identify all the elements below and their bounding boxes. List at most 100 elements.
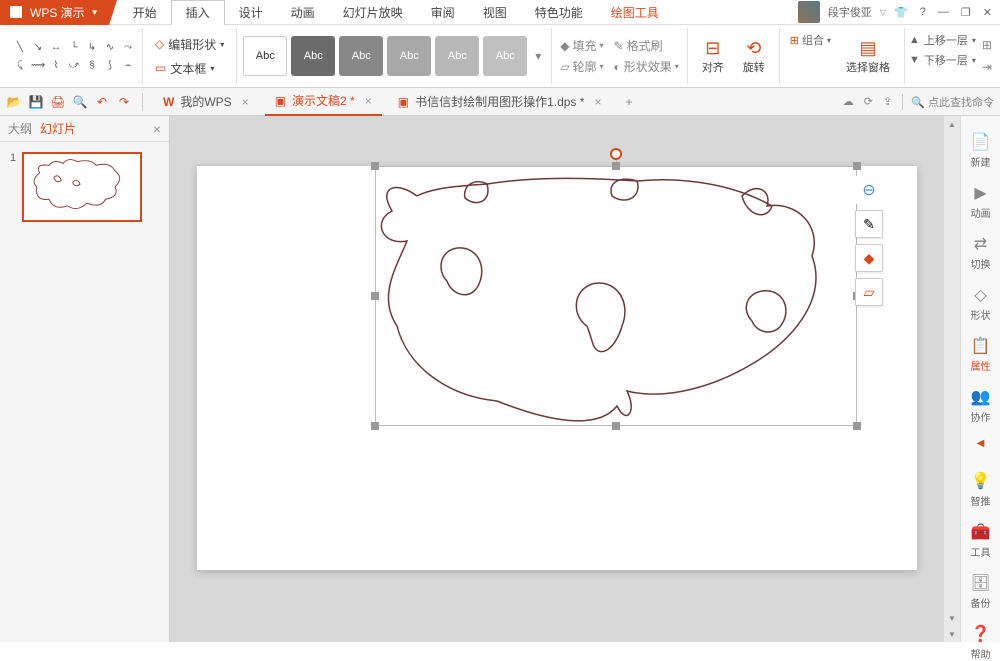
menu-tab-features[interactable]: 特色功能	[521, 0, 597, 25]
lines-gallery[interactable]: ╲ ↘ ↔ └ ↳ ∿ ⤳ ⤹ ⟿ ⌇ ⤻ § ⟆ ⌢	[12, 39, 136, 73]
edit-tool-icon[interactable]: ✎	[855, 210, 883, 238]
sidebar-help[interactable]: ❓帮助	[971, 624, 991, 661]
double-arrow-shape[interactable]: ↔	[48, 39, 64, 55]
rotate-handle[interactable]	[610, 148, 622, 160]
shape-9[interactable]: ⌇	[48, 57, 64, 73]
menu-tab-view[interactable]: 视图	[469, 0, 521, 25]
ribbon-more-icon[interactable]: ⊞	[982, 38, 992, 52]
edit-shape-button[interactable]: ◇ 编辑形状 ▾	[149, 34, 230, 55]
format-painter-button[interactable]: ✎格式刷	[614, 37, 663, 54]
shape-13[interactable]: ⌢	[120, 57, 136, 73]
style-1[interactable]: Abc	[243, 36, 287, 76]
redo-icon[interactable]: ↷	[116, 94, 132, 110]
print-preview-icon[interactable]: 🔍	[72, 94, 88, 110]
panel-tab-outline[interactable]: 大纲	[8, 120, 32, 137]
skin-icon[interactable]: 👕	[894, 6, 908, 19]
fill-button[interactable]: ◆填充▾	[560, 37, 603, 54]
shape-10[interactable]: ⤻	[66, 57, 82, 73]
sidebar-backup[interactable]: 🗄备份	[970, 573, 990, 610]
outline-tool-icon[interactable]: ▱	[855, 278, 883, 306]
elbow-shape[interactable]: └	[66, 39, 82, 55]
print-icon[interactable]: 🖨	[50, 94, 66, 110]
menu-tab-start[interactable]: 开始	[119, 0, 171, 25]
group-button[interactable]: ⊞组合▾	[790, 32, 831, 48]
open-icon[interactable]: 📂	[6, 94, 22, 110]
sidebar-transition[interactable]: ⇄切换	[971, 234, 991, 271]
app-dropdown-icon[interactable]: ▼	[91, 8, 99, 17]
styles-more-icon[interactable]: ▾	[531, 49, 545, 63]
style-5[interactable]: Abc	[435, 36, 479, 76]
line-shape[interactable]: ╲	[12, 39, 28, 55]
canvas-area[interactable]: ⊖ ✎ ◆ ▱	[170, 116, 944, 642]
curve-shape[interactable]: ∿	[102, 39, 118, 55]
selection-pane-button[interactable]: ▤ 选择窗格	[838, 28, 898, 84]
style-6[interactable]: Abc	[483, 36, 527, 76]
undo-icon[interactable]: ↶	[94, 94, 110, 110]
sidebar-properties[interactable]: 📋属性	[971, 336, 991, 373]
scroll-down2-icon[interactable]: ▼	[948, 626, 956, 642]
sidebar-tools[interactable]: 🧰工具	[971, 522, 991, 559]
shape-12[interactable]: ⟆	[102, 57, 118, 73]
scribble-shape[interactable]: ⟿	[30, 57, 46, 73]
save-icon[interactable]: 💾	[28, 94, 44, 110]
style-3[interactable]: Abc	[339, 36, 383, 76]
slide-thumbnail[interactable]	[22, 152, 142, 222]
menu-tab-insert[interactable]: 插入	[171, 0, 225, 25]
outline-button[interactable]: ▱轮廓▾	[560, 58, 603, 75]
close-icon[interactable]: ✕	[983, 6, 992, 19]
sidebar-new[interactable]: 📄新建	[971, 132, 991, 169]
align-button[interactable]: ⊟ 对齐	[694, 28, 732, 84]
shape-11[interactable]: §	[84, 57, 100, 73]
app-title[interactable]: WPS 演示 ▼	[0, 0, 109, 25]
elbow-arrow-shape[interactable]: ↳	[84, 39, 100, 55]
fill-tool-icon[interactable]: ◆	[855, 244, 883, 272]
resize-handle-tr[interactable]	[853, 162, 861, 170]
new-tab-icon[interactable]: +	[617, 95, 640, 109]
doc-tab-mywps[interactable]: W 我的WPS ×	[153, 88, 259, 116]
tab-close-icon[interactable]: ×	[365, 94, 372, 108]
resize-handle-tl[interactable]	[371, 162, 379, 170]
tab-close-icon[interactable]: ×	[594, 95, 601, 109]
style-4[interactable]: Abc	[387, 36, 431, 76]
slide-canvas[interactable]: ⊖ ✎ ◆ ▱	[197, 166, 917, 570]
sync-icon[interactable]: ⟳	[864, 95, 873, 108]
share-icon[interactable]: ⇪	[883, 95, 892, 108]
scroll-up-icon[interactable]: ▲	[948, 116, 956, 132]
menu-tab-drawing-tools[interactable]: 绘图工具	[597, 0, 673, 25]
shape-styles-gallery[interactable]: Abc Abc Abc Abc Abc Abc ▾	[243, 36, 545, 76]
panel-tab-slides[interactable]: 幻灯片	[40, 120, 76, 137]
shape-effects-button[interactable]: ◐形状效果▾	[614, 58, 679, 75]
help-icon[interactable]: ?	[920, 6, 926, 19]
menu-tab-slideshow[interactable]: 幻灯片放映	[329, 0, 417, 25]
curve-arrow-shape[interactable]: ⤳	[120, 39, 136, 55]
ribbon-expand-icon[interactable]: ⇥	[982, 60, 992, 74]
resize-handle-l[interactable]	[371, 292, 379, 300]
rotate-button[interactable]: ⟲ 旋转	[735, 28, 773, 84]
sidebar-shape[interactable]: ◇形状	[971, 285, 991, 322]
doc-tab-active[interactable]: ▣ 演示文稿2 * ×	[265, 88, 382, 116]
scroll-down-icon[interactable]: ▼	[948, 610, 956, 626]
min-icon[interactable]: —	[938, 6, 949, 19]
cloud-icon[interactable]: ☁	[843, 95, 854, 108]
restore-icon[interactable]: ❐	[961, 6, 971, 19]
vertical-scrollbar[interactable]: ▲ ▼ ▼	[944, 116, 960, 642]
tab-close-icon[interactable]: ×	[242, 95, 249, 109]
resize-handle-t[interactable]	[612, 162, 620, 170]
menu-tab-animation[interactable]: 动画	[277, 0, 329, 25]
arrow-shape[interactable]: ↘	[30, 39, 46, 55]
style-2[interactable]: Abc	[291, 36, 335, 76]
search-command[interactable]: 🔍 点此查找命令	[902, 94, 994, 110]
thumbnail-row[interactable]: 1	[10, 152, 159, 222]
bring-forward-button[interactable]: ▲上移一层▾	[909, 32, 976, 48]
sidebar-arrow-icon[interactable]: ◀	[977, 438, 985, 449]
menu-tab-review[interactable]: 审阅	[417, 0, 469, 25]
freeform-shape[interactable]: ⤹	[12, 57, 28, 73]
sidebar-animation[interactable]: ▶动画	[971, 183, 991, 220]
user-avatar[interactable]	[798, 1, 820, 23]
panel-close-icon[interactable]: ×	[153, 121, 161, 137]
resize-handle-bl[interactable]	[371, 422, 379, 430]
username[interactable]: 段宇俊亚	[828, 4, 872, 20]
send-backward-button[interactable]: ▼下移一层▾	[909, 52, 976, 68]
collapse-icon[interactable]: ⊖	[855, 176, 883, 204]
doc-tab-2[interactable]: ▣ 书信信封绘制用图形操作1.dps * ×	[388, 88, 612, 116]
